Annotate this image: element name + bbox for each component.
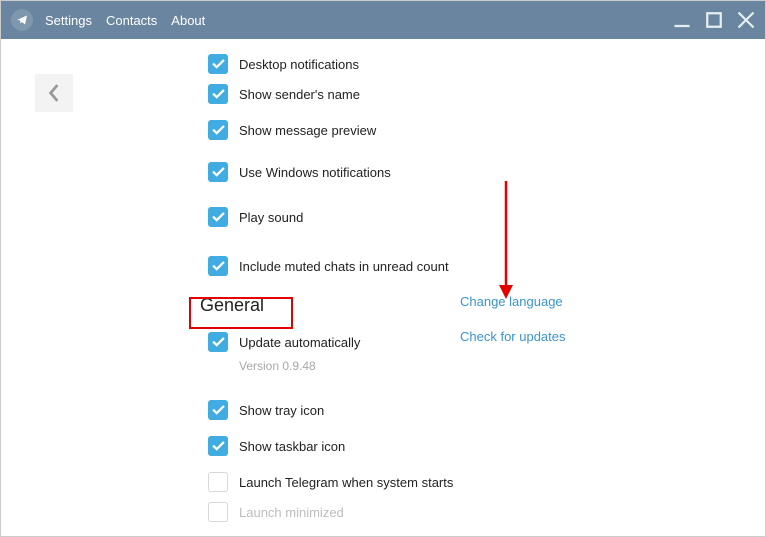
version-text: Version 0.9.48 [239, 359, 728, 373]
show-taskbar-checkbox[interactable] [208, 436, 228, 456]
show-preview-row: Show message preview [208, 109, 728, 151]
app-logo [11, 9, 33, 31]
launch-minimized-label: Launch minimized [239, 505, 344, 520]
minimize-button[interactable] [673, 11, 691, 29]
launch-startup-row: Launch Telegram when system starts [208, 467, 728, 497]
update-automatically-row: Update automatically Check for updates [208, 327, 728, 357]
window-controls [673, 11, 755, 29]
change-language-link[interactable]: Change language [460, 294, 563, 309]
check-updates-link[interactable]: Check for updates [460, 329, 566, 344]
desktop-notifications-label: Desktop notifications [239, 57, 359, 72]
include-muted-label: Include muted chats in unread count [239, 259, 449, 274]
maximize-button[interactable] [705, 11, 723, 29]
windows-notifications-label: Use Windows notifications [239, 165, 391, 180]
show-sender-checkbox[interactable] [208, 84, 228, 104]
titlebar: Settings Contacts About [1, 1, 765, 39]
play-sound-checkbox[interactable] [208, 207, 228, 227]
show-taskbar-row: Show taskbar icon [208, 425, 728, 467]
windows-notifications-checkbox[interactable] [208, 162, 228, 182]
show-tray-checkbox[interactable] [208, 400, 228, 420]
menu-settings[interactable]: Settings [45, 13, 92, 28]
back-button[interactable] [35, 74, 73, 112]
include-muted-checkbox[interactable] [208, 256, 228, 276]
launch-startup-label: Launch Telegram when system starts [239, 475, 453, 490]
show-tray-label: Show tray icon [239, 403, 324, 418]
show-tray-row: Show tray icon [208, 395, 728, 425]
desktop-notifications-row: Desktop notifications [208, 49, 728, 79]
show-sender-label: Show sender's name [239, 87, 360, 102]
desktop-notifications-checkbox[interactable] [208, 54, 228, 74]
play-sound-label: Play sound [239, 210, 303, 225]
launch-minimized-checkbox [208, 502, 228, 522]
play-sound-row: Play sound [208, 193, 728, 241]
show-sender-row: Show sender's name [208, 79, 728, 109]
close-button[interactable] [737, 11, 755, 29]
update-automatically-label: Update automatically [239, 335, 360, 350]
show-preview-label: Show message preview [239, 123, 376, 138]
launch-startup-checkbox[interactable] [208, 472, 228, 492]
include-muted-row: Include muted chats in unread count [208, 241, 728, 291]
windows-notifications-row: Use Windows notifications [208, 151, 728, 193]
launch-minimized-row: Launch minimized [208, 497, 728, 527]
show-taskbar-label: Show taskbar icon [239, 439, 345, 454]
show-preview-checkbox[interactable] [208, 120, 228, 140]
general-section-header: General Change language [200, 291, 728, 319]
settings-content: Desktop notifications Show sender's name… [208, 49, 728, 527]
main-menu: Settings Contacts About [45, 13, 205, 28]
menu-about[interactable]: About [171, 13, 205, 28]
update-automatically-checkbox[interactable] [208, 332, 228, 352]
menu-contacts[interactable]: Contacts [106, 13, 157, 28]
general-title: General [200, 295, 264, 316]
